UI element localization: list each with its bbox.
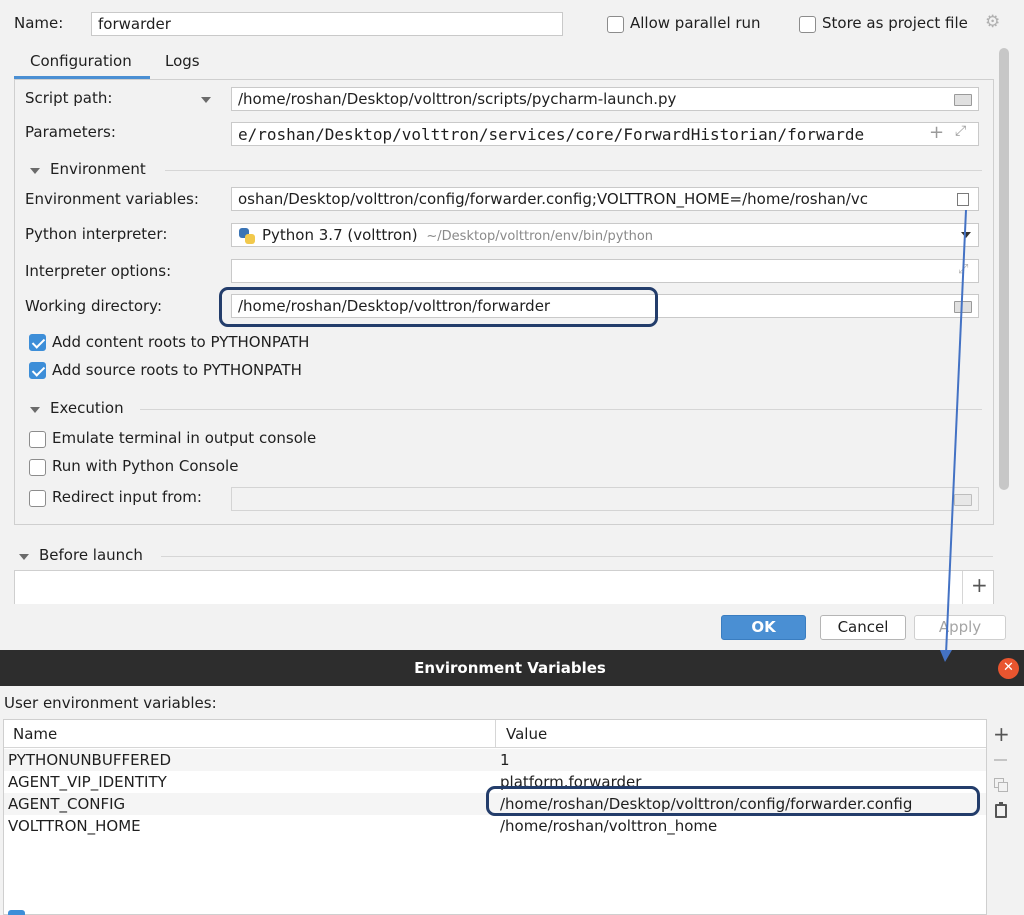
arrow-head <box>940 650 952 662</box>
arrow-line <box>945 209 967 655</box>
annotation-arrow <box>940 209 967 662</box>
